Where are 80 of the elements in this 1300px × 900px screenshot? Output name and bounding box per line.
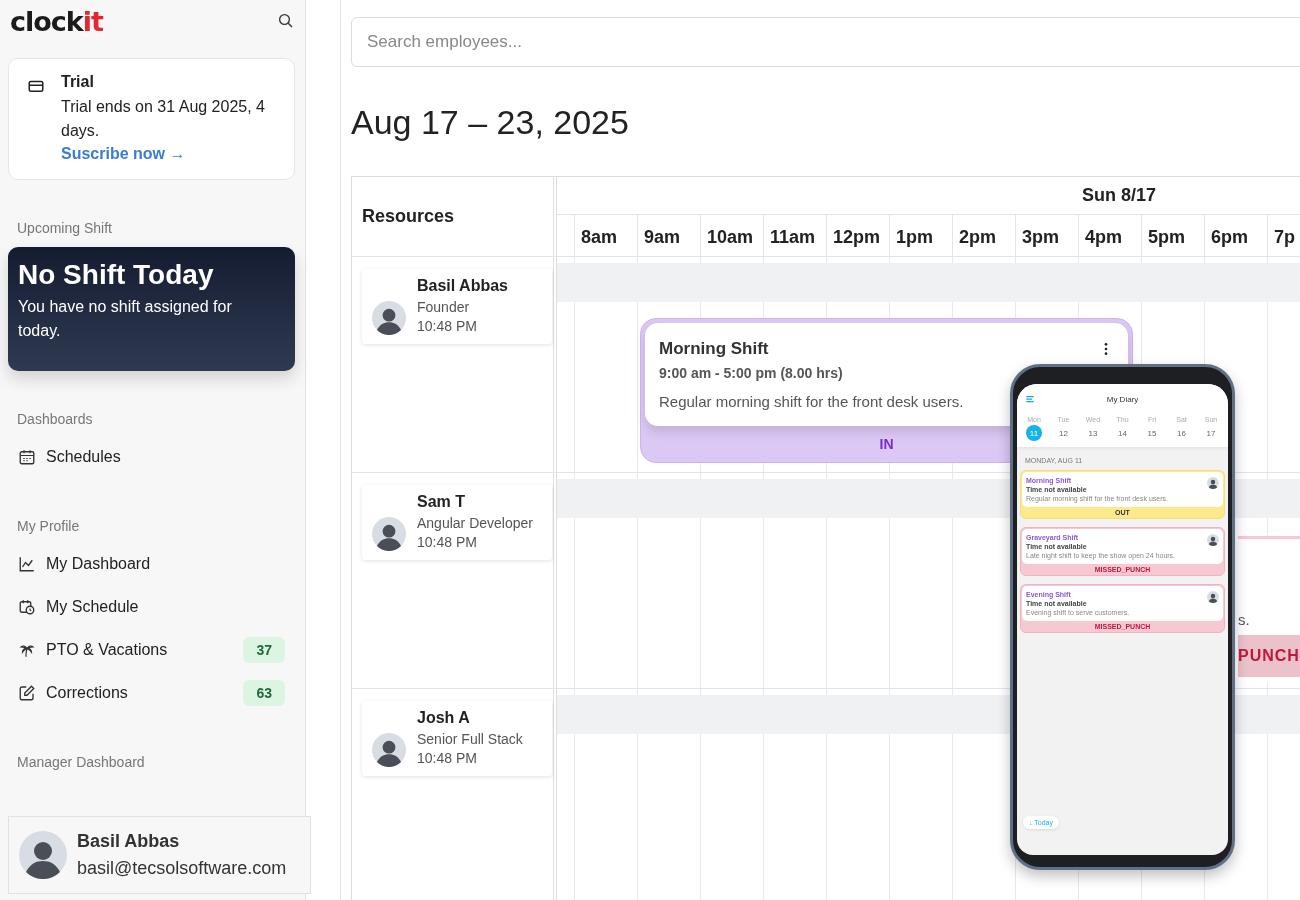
shift-card-title: No Shift Today [18, 259, 215, 291]
shift-title: Morning Shift [659, 339, 769, 359]
nav-item[interactable]: Schedules [8, 435, 295, 478]
calendar-icon [18, 447, 36, 466]
avatar-icon [372, 301, 406, 335]
avatar-icon [1207, 534, 1219, 546]
date-button[interactable]: 16 [1173, 425, 1190, 441]
employee-time: 10:48 PM [417, 749, 478, 768]
hour-header: 7p [1267, 215, 1300, 256]
employee-card[interactable]: Sam T Angular Developer 10:48 PM [362, 485, 552, 560]
employee-role: Angular Developer [417, 514, 533, 533]
edit-icon [18, 683, 36, 702]
hour-header: 3pm [1015, 215, 1078, 256]
search-icon [277, 12, 295, 30]
column-header: Resources [352, 177, 557, 256]
count-badge: 37 [243, 636, 285, 663]
trial-title: Trial [61, 73, 95, 91]
hour-header: 8am [574, 215, 637, 256]
shift-status: PUNCH [1238, 635, 1300, 677]
date-button[interactable]: 14 [1114, 425, 1131, 441]
hour-header: 5pm [1141, 215, 1204, 256]
hour-header: 12pm [826, 215, 889, 256]
search-field[interactable]: Search employees... [351, 17, 1300, 67]
employee-time: 10:48 PM [417, 533, 478, 552]
date-button[interactable]: 17 [1203, 425, 1219, 441]
section-label: Manager Dashboard [17, 754, 146, 770]
section-label: Upcoming Shift [17, 220, 113, 236]
avatar-icon [1207, 591, 1219, 603]
user-card[interactable]: Basil Abbas basil@tecsolsoftware.com [8, 816, 311, 894]
menu-icon [1025, 394, 1035, 404]
shift-description: Regular morning shift for the front desk users. [659, 393, 964, 410]
hour-header: 1pm [889, 215, 952, 256]
avatar-icon [19, 831, 67, 879]
date-button[interactable]: 12 [1055, 425, 1072, 441]
user-name: Basil Abbas [77, 831, 181, 852]
nav-label: My Dashboard [46, 554, 152, 573]
day-header: Sun 8/17 [1082, 185, 1157, 206]
avatar-icon [372, 733, 406, 767]
section-label: My Profile [17, 518, 81, 534]
nav-item[interactable]: My Schedule [8, 585, 295, 628]
employee-name: Basil Abbas [417, 277, 508, 295]
avatar-icon [1207, 477, 1219, 489]
section-label: Dashboards [17, 411, 94, 427]
nav-item[interactable]: My Dashboard [8, 542, 295, 585]
search-button[interactable] [277, 12, 295, 30]
date-button[interactable]: 15 [1144, 425, 1160, 441]
nav-item[interactable]: Corrections 63 [8, 671, 295, 714]
hour-header: 2pm [952, 215, 1015, 256]
shift-card[interactable]: s. PUNCH [1238, 536, 1300, 683]
nav-label: Corrections [46, 683, 129, 702]
trial-text: Trial ends on 31 Aug 2025, 4 days. [61, 97, 265, 141]
hour-header: 11am [763, 215, 826, 256]
calendar-clock-icon [18, 597, 36, 616]
employee-card[interactable]: Basil Abbas Founder 10:48 PM [362, 269, 552, 344]
hour-header: 10am [700, 215, 763, 256]
nav-item[interactable]: PTO & Vacations 37 [8, 628, 295, 671]
employee-role: Founder [417, 298, 471, 317]
hour-header: 9am [637, 215, 700, 256]
chart-icon [18, 554, 36, 573]
employee-name: Sam T [417, 493, 466, 511]
count-badge: 63 [243, 679, 285, 706]
nav-label: Schedules [46, 447, 122, 466]
subscribe-link[interactable]: Suscribe now → [61, 145, 265, 163]
nav-label: My Schedule [46, 597, 140, 616]
date-button[interactable]: 13 [1085, 425, 1101, 441]
shift-card-text: You have no shift assigned for today. [18, 297, 233, 341]
shift-time: 9:00 am - 5:00 pm (8.00 hrs) [659, 365, 844, 381]
user-email: basil@tecsolsoftware.com [77, 858, 287, 879]
employee-card[interactable]: Josh A Senior Full Stack 10:48 PM [362, 701, 552, 776]
avatar-icon [372, 517, 406, 551]
employee-role: Senior Full Stack [417, 730, 523, 749]
nav-label: PTO & Vacations [46, 640, 169, 659]
hour-header: 4pm [1078, 215, 1141, 256]
employee-name: Josh A [417, 709, 471, 727]
shift-description: s. [1238, 611, 1251, 628]
page-title: Aug 17 – 23, 2025 [351, 103, 630, 142]
clockit-logo: clockit [10, 5, 103, 37]
employee-time: 10:48 PM [417, 317, 478, 336]
hour-header: 6pm [1204, 215, 1267, 256]
shift-status: IN [879, 436, 894, 452]
